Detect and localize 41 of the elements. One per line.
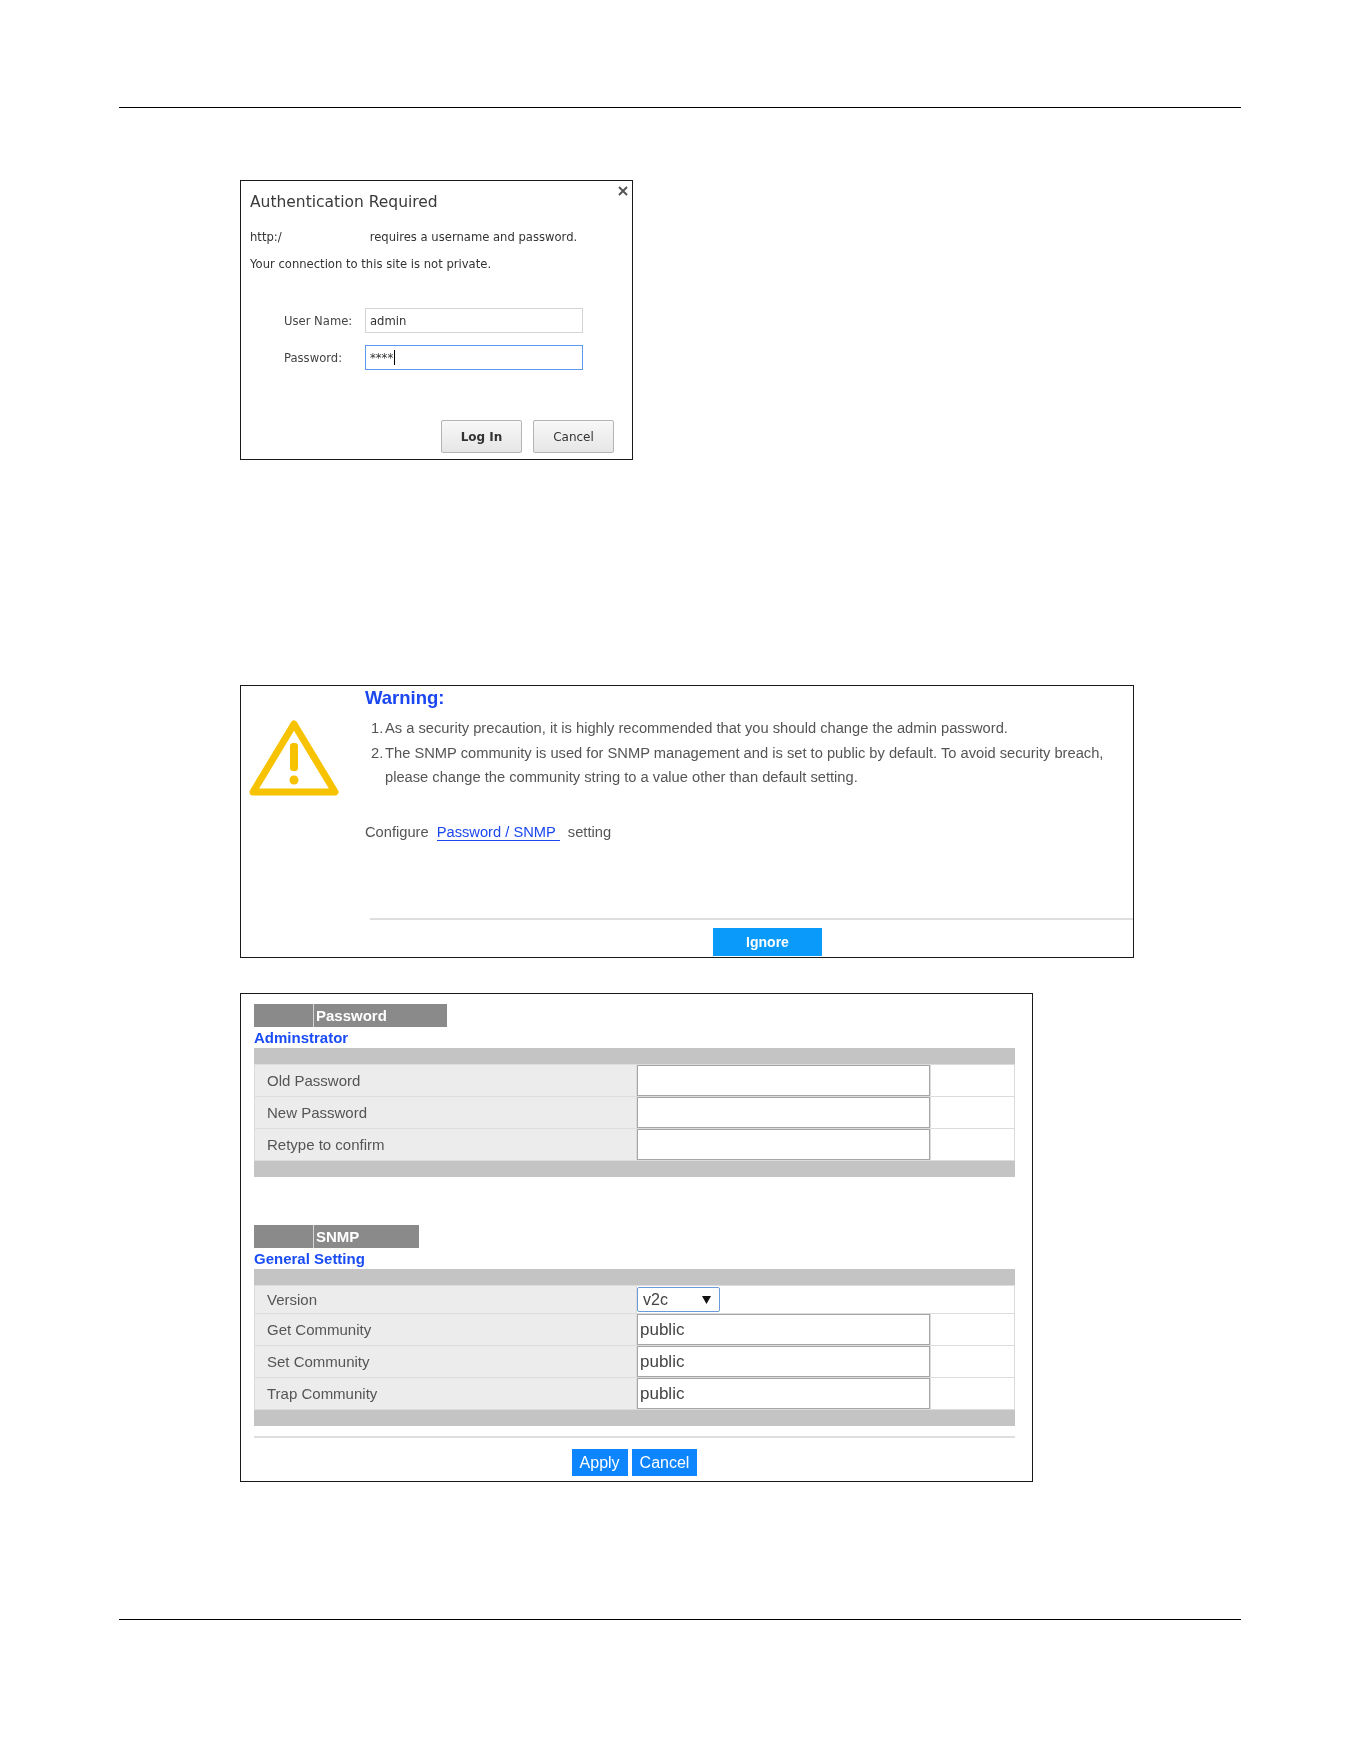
close-icon[interactable] (618, 186, 628, 196)
dialog-button[interactable]: Cancel (533, 420, 614, 453)
input-field[interactable]: public (637, 1346, 930, 1377)
caret-icon (702, 1295, 711, 1304)
text-cursor-icon (394, 350, 396, 365)
input-field[interactable]: public (637, 1378, 930, 1409)
action-button[interactable]: Apply (571, 1449, 628, 1476)
subsection-title: General Setting (254, 1249, 365, 1269)
field-label: Version (255, 1286, 636, 1313)
dialog-button[interactable]: Log In (441, 420, 522, 453)
warning-text: The SNMP community is used for SNMP management and is set to public by default. To avoid security breach, please change the community string to a value other than default setting. (385, 743, 1105, 787)
field-label: Get Community (255, 1314, 636, 1345)
input-field[interactable] (637, 1097, 930, 1128)
message-text: requires a username and password. (369, 229, 578, 246)
field-label: Retype to confirm (255, 1129, 636, 1160)
section-header: Password (254, 1004, 447, 1027)
dropdown-select[interactable]: v2c (637, 1287, 720, 1312)
section-header: SNMP (254, 1225, 420, 1248)
url-text: http:/ (250, 229, 282, 246)
list-number: 1. (371, 719, 385, 738)
configure-text: Configure Password / SNMP setting (365, 822, 612, 843)
password-snmp-link[interactable]: Password / SNMP (436, 823, 560, 841)
dialog-title: Authentication Required (250, 192, 438, 212)
field-label: Password: (284, 350, 344, 365)
warning-text: As a security precaution, it is highly recommended that you should change the admin password. (385, 719, 1009, 738)
text-field[interactable]: admin (365, 308, 583, 333)
input-field[interactable] (637, 1065, 930, 1096)
notice-text: Your connection to this site is not private. (250, 256, 492, 273)
field-label: New Password (255, 1097, 636, 1128)
warning-icon (249, 719, 339, 797)
warning-title: Warning: (365, 687, 445, 709)
field-label: User Name: (284, 313, 354, 328)
field-label: Trap Community (255, 1378, 636, 1409)
text-field[interactable]: **** (365, 345, 583, 370)
list-number: 2. (371, 743, 385, 763)
subsection-title: Adminstrator (254, 1028, 349, 1048)
input-field[interactable]: public (637, 1314, 930, 1345)
field-label: Set Community (255, 1346, 636, 1377)
action-button[interactable]: Cancel (631, 1449, 698, 1476)
field-label: Old Password (255, 1065, 636, 1096)
input-field[interactable] (637, 1129, 930, 1160)
